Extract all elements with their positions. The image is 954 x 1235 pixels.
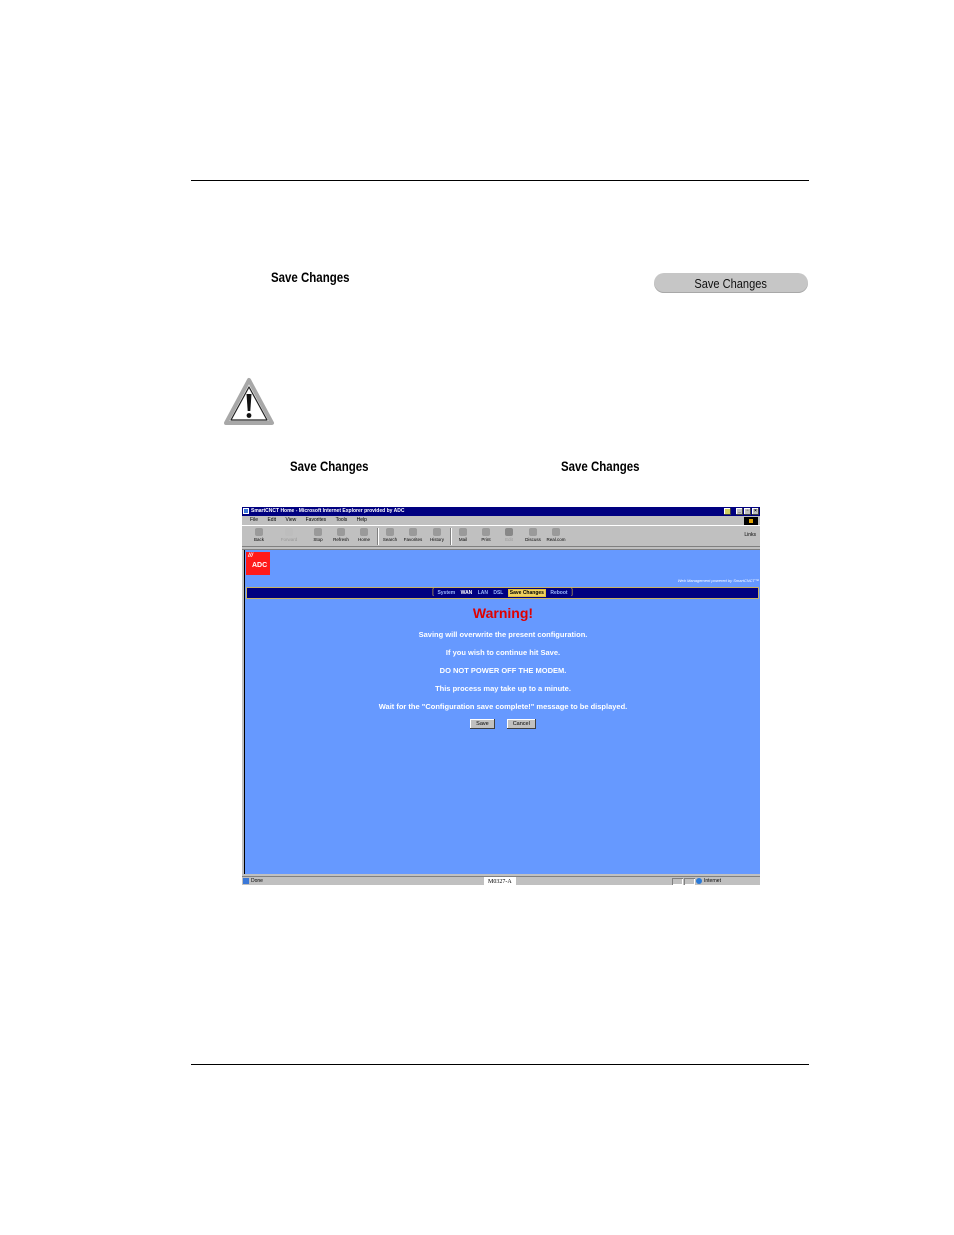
- warning-message: This process may take up to a minute.: [435, 684, 571, 693]
- forward-button[interactable]: Forward: [278, 528, 300, 542]
- warning-message: Saving will overwrite the present config…: [418, 630, 588, 639]
- top-rule: [191, 180, 809, 181]
- close-button[interactable]: ×: [752, 508, 759, 515]
- search-button[interactable]: Search: [379, 528, 401, 542]
- menu-tools[interactable]: Tools: [336, 517, 348, 523]
- internet-globe-icon: [696, 878, 702, 884]
- figure-id: M0327-A: [484, 877, 516, 886]
- logo-slashes: ///: [248, 553, 254, 559]
- stop-icon: [314, 528, 322, 536]
- menu-view[interactable]: View: [285, 517, 296, 523]
- maximize-button[interactable]: ▫: [744, 508, 751, 515]
- menu-bar: File Edit View Favorites Tools Help: [242, 516, 760, 525]
- favorites-button[interactable]: Favorites: [402, 528, 424, 542]
- page-done-icon: [243, 878, 249, 884]
- nav-save-changes[interactable]: Save Changes: [507, 589, 546, 597]
- status-cells: [672, 878, 695, 885]
- page-content: /// ADC Web Management powered by SmartC…: [244, 550, 760, 874]
- edit-icon: [505, 528, 513, 536]
- nav-lan[interactable]: LAN: [478, 590, 488, 596]
- warning-message: DO NOT POWER OFF THE MODEM.: [439, 666, 567, 675]
- edit-button[interactable]: Edit: [498, 528, 520, 542]
- back-arrow-icon: [255, 528, 263, 536]
- search-icon: [386, 528, 394, 536]
- history-icon: [433, 528, 441, 536]
- nav-dsl[interactable]: DSL: [493, 590, 503, 596]
- save-changes-button-graphic: Save Changes: [654, 273, 808, 293]
- menu-help[interactable]: Help: [357, 517, 367, 523]
- security-zone: Internet: [704, 878, 721, 884]
- ie-icon: [243, 508, 249, 514]
- warning-triangle-icon: [224, 378, 274, 425]
- body-label-2: Save Changes: [561, 458, 640, 474]
- back-button[interactable]: Back: [248, 528, 270, 542]
- forward-arrow-icon: [285, 528, 293, 536]
- home-icon: [360, 528, 368, 536]
- body-label-1: Save Changes: [290, 458, 369, 474]
- print-button[interactable]: Print: [475, 528, 497, 542]
- toolbar: Back Forward Stop Refresh Home Search Fa…: [242, 525, 760, 547]
- warning-title: Warning!: [472, 605, 534, 621]
- nav-wan[interactable]: WAN: [461, 590, 473, 596]
- mail-icon: [459, 528, 467, 536]
- discuss-icon: [529, 528, 537, 536]
- menu-edit[interactable]: Edit: [267, 517, 276, 523]
- save-button[interactable]: Save: [470, 719, 495, 729]
- home-button[interactable]: Home: [353, 528, 375, 542]
- heading-label: Save Changes: [271, 269, 350, 285]
- windows-logo-icon: [744, 517, 758, 525]
- nav-reboot[interactable]: Reboot: [550, 590, 567, 596]
- nav-bracket-close: ]: [570, 589, 573, 596]
- discuss-button[interactable]: Discuss: [522, 528, 544, 542]
- history-button[interactable]: History: [426, 528, 448, 542]
- links-button[interactable]: Links: [744, 532, 756, 538]
- realcom-button[interactable]: Real.com: [545, 528, 567, 542]
- bottom-rule: [191, 1064, 809, 1065]
- minimize-button[interactable]: _: [736, 508, 743, 515]
- refresh-button[interactable]: Refresh: [330, 528, 352, 542]
- nav-system[interactable]: System: [437, 590, 455, 596]
- window-title: SmartCNCT Home - Microsoft Internet Expl…: [251, 508, 405, 514]
- realcom-icon: [552, 528, 560, 536]
- print-icon: [482, 528, 490, 536]
- powered-by-text: Web Management powered by SmartCNCT™: [677, 578, 759, 583]
- menu-file[interactable]: File: [250, 517, 258, 523]
- refresh-icon: [337, 528, 345, 536]
- logo-text: ADC: [252, 562, 268, 569]
- extra-icon: [724, 508, 731, 515]
- warning-message: If you wish to continue hit Save.: [445, 648, 561, 657]
- window-titlebar: SmartCNCT Home - Microsoft Internet Expl…: [242, 507, 760, 516]
- nav-bracket-open: [: [432, 589, 435, 596]
- status-text: Done: [251, 878, 263, 884]
- stop-button[interactable]: Stop: [307, 528, 329, 542]
- browser-screenshot: SmartCNCT Home - Microsoft Internet Expl…: [242, 507, 760, 885]
- menu-favorites[interactable]: Favorites: [306, 517, 327, 523]
- nav-bar: [ System WAN LAN DSL Save Changes Reboot…: [246, 587, 759, 599]
- adc-logo: /// ADC: [246, 552, 270, 575]
- warning-message: Wait for the "Configuration save complet…: [378, 702, 628, 711]
- favorites-icon: [409, 528, 417, 536]
- mail-button[interactable]: Mail: [452, 528, 474, 542]
- cancel-button[interactable]: Cancel: [506, 719, 536, 729]
